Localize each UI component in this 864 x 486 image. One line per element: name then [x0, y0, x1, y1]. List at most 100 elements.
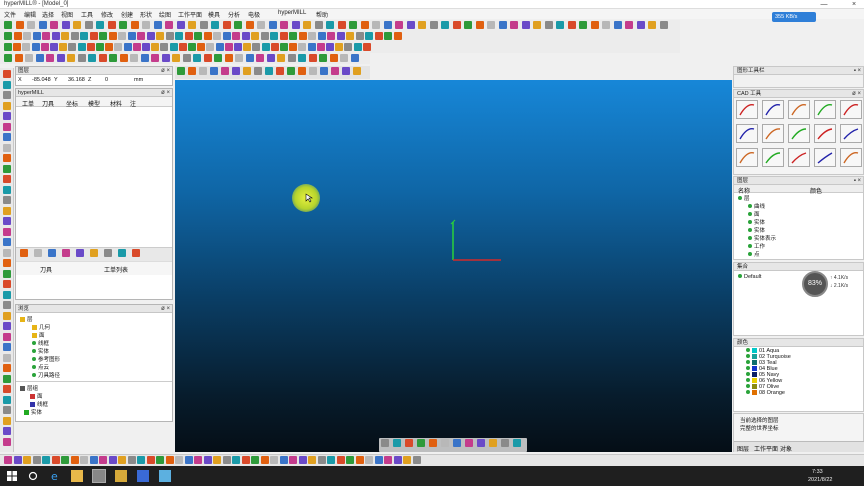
side-tool-icon[interactable]: [3, 280, 11, 288]
toolbar-tool-icon[interactable]: [70, 32, 79, 40]
view-tool-icon[interactable]: [287, 67, 295, 75]
toolbar-tool-icon[interactable]: [602, 21, 610, 29]
toolbar-tool-icon[interactable]: [317, 32, 326, 40]
toolbar-tool-icon[interactable]: [336, 32, 345, 40]
toolbar-tool-icon[interactable]: [287, 54, 296, 62]
toolbar-tool-icon[interactable]: [579, 21, 587, 29]
viewport-tool-icon[interactable]: [405, 439, 413, 447]
toolbar-tool-icon[interactable]: [156, 32, 164, 40]
menu-edit[interactable]: 编辑: [24, 10, 36, 19]
toolbar-tool-icon[interactable]: [346, 32, 354, 40]
view-tool-icon[interactable]: [221, 67, 229, 75]
side-tool-icon[interactable]: [3, 80, 11, 89]
side-tool-icon[interactable]: [3, 91, 11, 99]
layer-panel-controls[interactable]: ▪ ×: [854, 177, 861, 185]
toolbar-tool-icon[interactable]: [172, 54, 180, 62]
set-item-default[interactable]: Default: [744, 274, 761, 280]
toolbar-tool-icon[interactable]: [61, 21, 70, 29]
job-action-icon[interactable]: [62, 249, 70, 257]
bottom-tool-icon[interactable]: [222, 456, 231, 464]
color-list-item[interactable]: 08 Orange: [746, 390, 859, 396]
tab-workplane[interactable]: 工作平面: [754, 444, 778, 453]
cad-tool-button[interactable]: [840, 124, 862, 143]
bottom-list-item[interactable]: 当前选择的图层: [740, 416, 857, 424]
view-tool-icon[interactable]: [254, 67, 262, 75]
side-tool-icon[interactable]: [3, 259, 11, 267]
toolbar-tool-icon[interactable]: [86, 43, 95, 51]
menu-modify[interactable]: 修改: [101, 10, 113, 19]
toolbar-tool-icon[interactable]: [161, 54, 170, 62]
toolbar-tool-icon[interactable]: [234, 21, 242, 29]
toolbar-tool-icon[interactable]: [151, 43, 160, 51]
view-tool-icon[interactable]: [199, 67, 207, 75]
toolbar-tool-icon[interactable]: [353, 43, 362, 51]
toolbar-tool-icon[interactable]: [393, 32, 402, 40]
toolbar-tool-icon[interactable]: [625, 21, 633, 29]
view-tool-icon[interactable]: [353, 67, 361, 75]
toolbar-tool-icon[interactable]: [245, 54, 254, 62]
side-tool-icon[interactable]: [3, 70, 11, 78]
toolbar-tool-icon[interactable]: [349, 21, 357, 29]
viewport-tool-icon[interactable]: [393, 439, 401, 447]
toolbar-tool-icon[interactable]: [118, 32, 126, 40]
menu-mold[interactable]: 模具: [208, 10, 220, 19]
view-tool-icon[interactable]: [188, 67, 196, 75]
side-tool-icon[interactable]: [3, 206, 11, 215]
toolbar-tool-icon[interactable]: [98, 54, 107, 62]
job-action-icon[interactable]: [48, 249, 56, 257]
toolbar-tool-icon[interactable]: [224, 54, 233, 62]
toolbar-tool-icon[interactable]: [340, 54, 348, 62]
bottom-tool-icon[interactable]: [393, 456, 402, 464]
bottom-tool-icon[interactable]: [279, 456, 288, 464]
toolbar-tool-icon[interactable]: [326, 21, 334, 29]
bottom-tool-icon[interactable]: [137, 456, 145, 464]
menu-analysis[interactable]: 分析: [228, 10, 240, 19]
toolbar-tool-icon[interactable]: [327, 32, 335, 40]
tab-objects[interactable]: 对象: [780, 444, 792, 453]
toolbar-tool-icon[interactable]: [114, 43, 123, 51]
toolbar-tool-icon[interactable]: [648, 21, 656, 29]
menu-create[interactable]: 创建: [121, 10, 133, 19]
view-tool-icon[interactable]: [265, 67, 273, 75]
toolbar-tool-icon[interactable]: [659, 21, 668, 29]
side-tool-icon[interactable]: [3, 343, 11, 351]
toolbar-tool-icon[interactable]: [307, 43, 316, 51]
side-tool-icon[interactable]: [3, 112, 11, 120]
side-tool-icon[interactable]: [3, 227, 11, 236]
view-tool-icon[interactable]: [309, 67, 317, 75]
bottom-tool-icon[interactable]: [23, 456, 31, 464]
toolbar-tool-icon[interactable]: [80, 32, 88, 40]
bottom-tool-icon[interactable]: [403, 456, 411, 464]
bottom-tool-icon[interactable]: [61, 456, 69, 464]
toolbar-tool-icon[interactable]: [130, 54, 138, 62]
toolbar-tool-icon[interactable]: [533, 21, 541, 29]
tree-item[interactable]: 刀具路径: [38, 373, 60, 379]
toolbar-tool-icon[interactable]: [344, 43, 353, 51]
toolbar-tool-icon[interactable]: [119, 21, 127, 29]
bottom-tool-icon[interactable]: [184, 456, 193, 464]
toolbar-tool-icon[interactable]: [50, 21, 58, 29]
toolbar-tool-icon[interactable]: [224, 43, 233, 51]
toolbar-tool-icon[interactable]: [243, 43, 252, 51]
toolbar-tool-icon[interactable]: [475, 21, 484, 29]
bottom-tool-icon[interactable]: [89, 456, 98, 464]
toolbar-tool-icon[interactable]: [199, 21, 208, 29]
toolbar-tool-icon[interactable]: [68, 43, 77, 51]
viewport-tool-icon[interactable]: [489, 439, 497, 447]
toolbar-tool-icon[interactable]: [384, 32, 392, 40]
toolbar-tool-icon[interactable]: [544, 21, 553, 29]
side-tool-icon[interactable]: [3, 427, 11, 435]
job-action-icon[interactable]: [34, 249, 42, 257]
toolbar-tool-icon[interactable]: [123, 43, 132, 51]
toolbar-tool-icon[interactable]: [35, 54, 44, 62]
graphic-toolbar-controls[interactable]: ▪ ×: [854, 67, 861, 75]
viewport-tool-icon[interactable]: [501, 439, 509, 447]
bottom-tool-icon[interactable]: [118, 456, 126, 464]
toolbar-tool-icon[interactable]: [222, 32, 231, 40]
toolbar-tool-icon[interactable]: [441, 21, 449, 29]
toolbar-tool-icon[interactable]: [360, 21, 369, 29]
toolbar-tool-icon[interactable]: [13, 43, 22, 51]
bottom-tool-icon[interactable]: [289, 456, 297, 464]
toolbar-tool-icon[interactable]: [337, 21, 346, 29]
toolbar-tool-icon[interactable]: [206, 43, 215, 51]
